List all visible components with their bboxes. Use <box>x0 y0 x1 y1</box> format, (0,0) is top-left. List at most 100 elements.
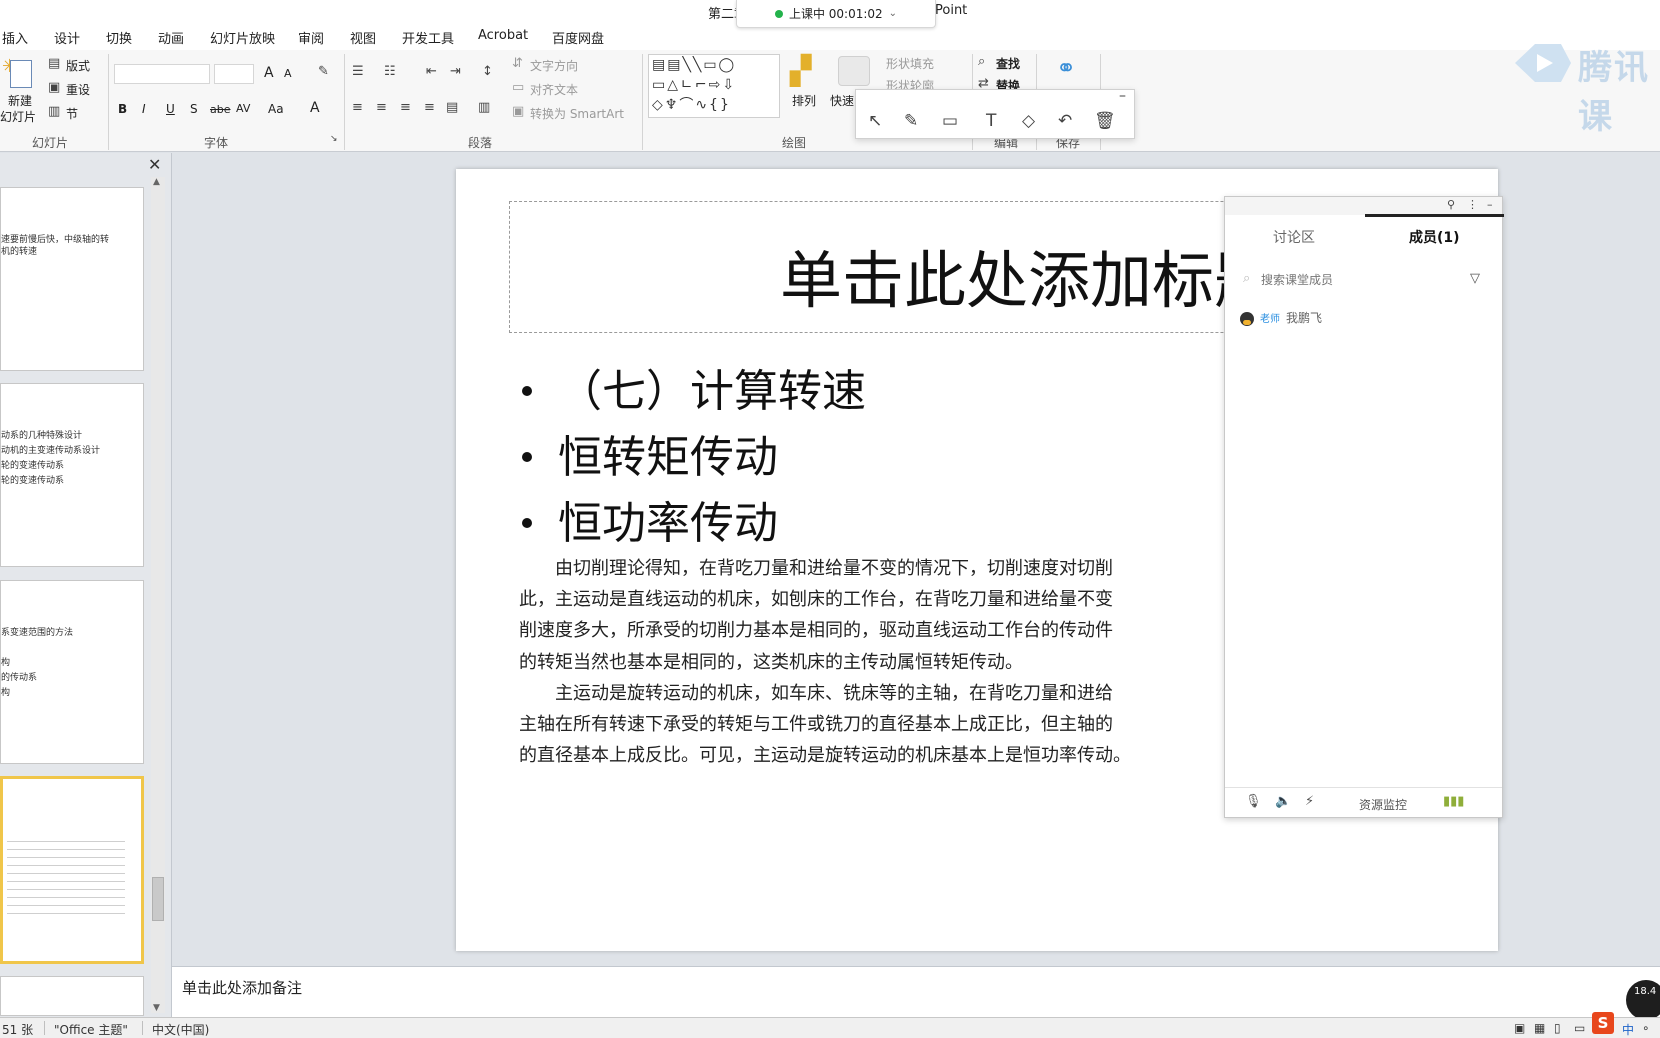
reading-view-icon[interactable]: ▯ <box>1554 1021 1561 1035</box>
bullet-item[interactable]: （七）计算转速 <box>522 355 866 419</box>
align-right-icon[interactable]: ≡ <box>400 100 411 115</box>
bold-button[interactable]: B <box>118 102 127 116</box>
underline-button[interactable]: U <box>166 102 175 116</box>
speaker-icon[interactable]: 🔈 <box>1275 794 1291 809</box>
minimize-icon[interactable]: – <box>1119 88 1126 104</box>
tab-baidu-netdisk[interactable]: 百度网盘 <box>552 28 604 47</box>
scroll-up-icon[interactable]: ▲ <box>153 177 160 187</box>
bar-chart-icon[interactable]: ▮▮▮ <box>1443 794 1464 809</box>
text-direction-button[interactable]: 文字方向 <box>530 57 578 74</box>
tab-discussion[interactable]: 讨论区 <box>1273 227 1315 247</box>
chevron-down-icon[interactable]: ⌄ <box>889 8 897 19</box>
ime-chinese-indicator[interactable]: 中 <box>1622 1021 1634 1038</box>
slide-thumbnail-selected[interactable] <box>0 776 144 964</box>
align-left-icon[interactable]: ≡ <box>352 100 363 115</box>
arrange-button[interactable]: 排列 <box>792 92 816 109</box>
sogou-ime-icon[interactable]: S <box>1592 1012 1614 1034</box>
new-slide-button[interactable]: 新建 <box>8 92 32 109</box>
tab-insert[interactable]: 插入 <box>2 28 28 47</box>
slide-thumbnail[interactable]: 动系的几种特殊设计 动机的主变速传动系设计 轮的变速传动系 轮的变速传动系 <box>0 383 144 567</box>
layout-button[interactable]: 版式 <box>66 57 90 74</box>
tab-slideshow[interactable]: 幻灯片放映 <box>210 28 275 47</box>
slide-thumbnail[interactable]: 系变速范围的方法 构 的传动系 构 <box>0 580 144 764</box>
line-spacing-icon[interactable]: ↕ <box>482 64 493 79</box>
new-slide-preview-icon[interactable] <box>10 60 32 88</box>
tab-view[interactable]: 视图 <box>350 28 376 47</box>
justify-icon[interactable]: ≡ <box>424 100 435 115</box>
reset-button[interactable]: 重设 <box>66 81 90 98</box>
more-options-icon[interactable]: ⋮ <box>1467 198 1478 211</box>
delete-icon[interactable]: 🗑 <box>1094 111 1116 131</box>
thumbnail-scrollbar[interactable]: ▲ ▼ <box>151 177 165 1013</box>
shapes-gallery[interactable]: ▤▤╲╲▭◯ ▭△ㄴ⌐⇨⇩ ◇♆⌒∿{} <box>648 54 780 118</box>
tab-transitions[interactable]: 切换 <box>106 28 132 47</box>
microphone-icon[interactable]: 🎙 <box>1245 794 1262 809</box>
member-list-item[interactable]: 老师 我鹏飞 <box>1240 309 1322 326</box>
bullets-icon[interactable]: ☰ <box>352 64 364 79</box>
tab-review[interactable]: 审阅 <box>298 28 324 47</box>
font-family-select[interactable] <box>114 64 210 84</box>
new-slide-button-line2[interactable]: 幻灯片 <box>0 108 36 125</box>
tab-developer[interactable]: 开发工具 <box>402 28 454 47</box>
normal-view-icon[interactable]: ▣ <box>1514 1021 1525 1035</box>
slide-sorter-icon[interactable]: ▦ <box>1534 1021 1545 1035</box>
member-search-input[interactable] <box>1261 269 1461 291</box>
columns-icon[interactable]: ▥ <box>478 100 490 115</box>
text-tool-icon[interactable]: T <box>986 111 996 131</box>
rectangle-icon[interactable]: ▭ <box>942 111 958 131</box>
convert-smartart-button[interactable]: 转换为 SmartArt <box>530 105 624 122</box>
font-color-button[interactable]: A <box>310 100 320 116</box>
distributed-icon[interactable]: ▤ <box>446 100 458 115</box>
shrink-font-button[interactable]: A <box>284 67 292 80</box>
tab-animations[interactable]: 动画 <box>158 28 184 47</box>
eraser-icon[interactable]: ◇ <box>1022 111 1035 131</box>
minimize-panel-icon[interactable]: – <box>1487 198 1493 211</box>
italic-button[interactable]: I <box>142 102 146 116</box>
filter-icon[interactable]: ▽ <box>1470 271 1480 286</box>
numbering-icon[interactable]: ☷ <box>384 64 396 79</box>
align-text-button[interactable]: 对齐文本 <box>530 81 578 98</box>
close-icon[interactable]: ✕ <box>148 155 161 174</box>
baidu-cloud-save-icon[interactable]: ⚭ <box>1056 54 1076 82</box>
slide-thumbnail[interactable]: 速要前慢后快，中级轴的转 机的转速 <box>0 187 144 371</box>
arrange-icon[interactable]: ▞ <box>790 54 812 87</box>
tab-members[interactable]: 成员(1) <box>1409 227 1460 247</box>
undo-icon[interactable]: ↶ <box>1058 111 1072 131</box>
grow-font-button[interactable]: A <box>264 65 274 81</box>
quick-styles-icon[interactable] <box>838 56 870 86</box>
change-case-button[interactable]: Aa <box>268 102 284 116</box>
font-dialog-launcher-icon[interactable]: ↘ <box>330 134 338 144</box>
language-indicator[interactable]: 中文(中国) <box>152 1021 209 1038</box>
increase-indent-icon[interactable]: ⇥ <box>450 64 461 79</box>
thumbnail-text: 构 <box>1 688 11 698</box>
bullet-item[interactable]: 恒功率传动 <box>522 487 778 551</box>
member-search[interactable]: ⌕ <box>1243 269 1463 291</box>
scroll-down-icon[interactable]: ▼ <box>153 1003 160 1013</box>
tab-acrobat[interactable]: Acrobat <box>478 28 528 43</box>
mute-all-icon[interactable]: ⚡ <box>1305 794 1314 809</box>
decrease-indent-icon[interactable]: ⇤ <box>426 64 437 79</box>
class-timer-widget[interactable]: 上课中 00:01:02 ⌄ <box>736 0 936 28</box>
shape-fill-button[interactable]: 形状填充 <box>886 55 934 72</box>
pin-icon[interactable]: ⚲ <box>1447 198 1455 211</box>
char-spacing-button[interactable]: AV <box>236 102 250 115</box>
tab-design[interactable]: 设计 <box>54 28 80 47</box>
strikethrough-button[interactable]: abe <box>210 103 231 116</box>
scrollbar-knob[interactable] <box>152 877 164 921</box>
pen-icon[interactable]: ✎ <box>904 111 918 131</box>
bullet-item[interactable]: 恒转矩传动 <box>522 421 778 485</box>
clear-format-icon[interactable]: ✎ <box>318 64 329 79</box>
find-button[interactable]: 查找 <box>996 55 1020 72</box>
find-icon: ⌕ <box>978 54 986 69</box>
select-arrow-icon[interactable]: ↖ <box>868 111 882 131</box>
align-center-icon[interactable]: ≡ <box>376 100 387 115</box>
quick-styles-button[interactable]: 快速 <box>830 92 854 109</box>
font-size-select[interactable] <box>214 64 254 84</box>
section-button[interactable]: 节 <box>66 105 78 122</box>
notes-pane[interactable]: 单击此处添加备注 <box>172 966 1660 1017</box>
ime-punctuation-icon[interactable]: ∘ <box>1642 1021 1650 1035</box>
resource-monitor-button[interactable]: 资源监控 <box>1359 796 1407 813</box>
slideshow-view-icon[interactable]: ▭ <box>1574 1021 1585 1035</box>
slide-thumbnail[interactable] <box>0 976 144 1016</box>
shadow-button[interactable]: S <box>190 102 198 116</box>
